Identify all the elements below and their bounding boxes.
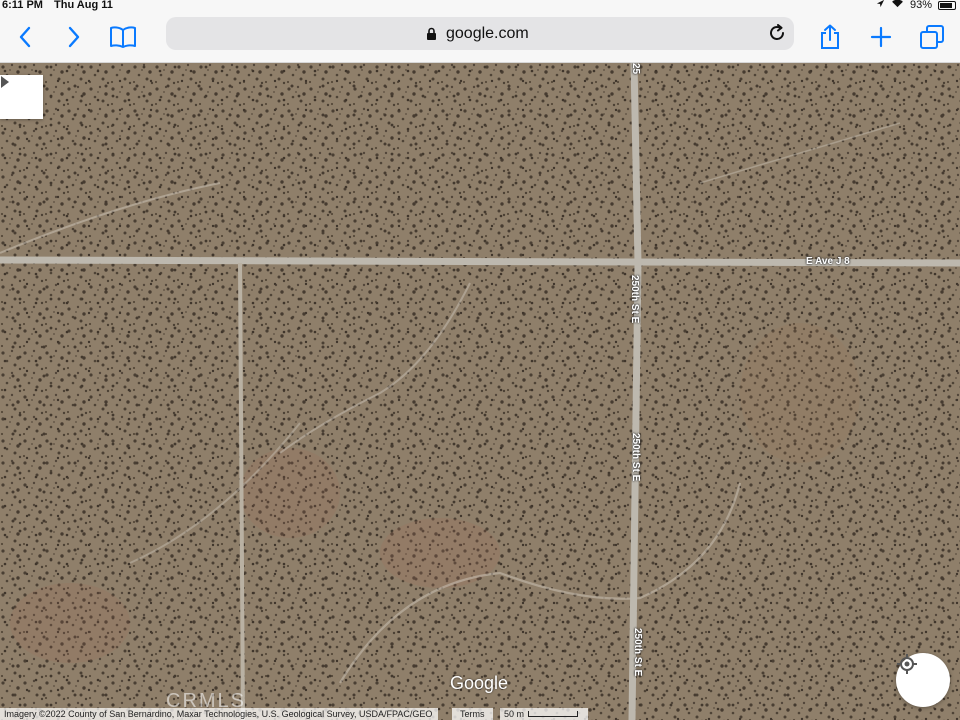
tabs-button[interactable] bbox=[915, 20, 949, 54]
chevron-left-icon bbox=[19, 26, 31, 48]
battery-percent: 93% bbox=[909, 0, 932, 11]
google-logo: Google bbox=[450, 673, 509, 693]
location-icon bbox=[876, 0, 885, 11]
plus-icon bbox=[870, 26, 892, 48]
new-tab-button[interactable] bbox=[864, 20, 898, 54]
road-label-vertical-top: 25 bbox=[630, 63, 641, 75]
terms-link[interactable]: Terms bbox=[452, 708, 493, 720]
bookmarks-icon bbox=[110, 26, 136, 48]
crosshair-icon bbox=[897, 654, 917, 674]
scale-bar bbox=[528, 711, 578, 717]
status-bar: 6:11 PM Thu Aug 11 93% bbox=[0, 0, 960, 12]
status-date: Thu Aug 11 bbox=[54, 0, 113, 11]
lock-icon bbox=[426, 27, 437, 46]
satellite-map[interactable]: E Ave J 8 25 250th St E 250th St E 250th… bbox=[0, 63, 960, 720]
reload-icon[interactable] bbox=[768, 24, 786, 47]
my-location-button[interactable] bbox=[896, 653, 950, 707]
imagery-attribution: Imagery ©2022 County of San Bernardino, … bbox=[0, 708, 439, 720]
scale-indicator: 50 m bbox=[500, 708, 588, 720]
battery-icon bbox=[938, 0, 956, 10]
browser-toolbar: google.com bbox=[0, 12, 960, 63]
wifi-icon bbox=[891, 0, 904, 11]
side-panel-toggle[interactable] bbox=[0, 75, 43, 119]
status-time: 6:11 PM bbox=[2, 0, 43, 11]
map-attribution-bar: Imagery ©2022 County of San Bernardino, … bbox=[0, 708, 960, 720]
share-button[interactable] bbox=[813, 20, 847, 54]
address-bar[interactable]: google.com bbox=[166, 17, 794, 50]
road-label-250th-st-2: 250th St E bbox=[630, 433, 641, 482]
url-text: google.com bbox=[446, 25, 529, 42]
back-button[interactable] bbox=[8, 20, 42, 54]
scale-label: 50 m bbox=[504, 709, 525, 719]
triangle-right-icon bbox=[1, 76, 9, 88]
tabs-icon bbox=[920, 25, 944, 49]
road-label-e-ave-j8: E Ave J 8 bbox=[806, 256, 850, 267]
road-label-250th-st-1: 250th St E bbox=[629, 275, 640, 324]
chevron-right-icon bbox=[68, 26, 80, 48]
map-imagery bbox=[0, 63, 960, 720]
road-label-250th-st-3: 250th St E bbox=[632, 628, 643, 677]
forward-button[interactable] bbox=[57, 20, 91, 54]
share-icon bbox=[821, 24, 839, 49]
bookmarks-button[interactable] bbox=[106, 20, 140, 54]
